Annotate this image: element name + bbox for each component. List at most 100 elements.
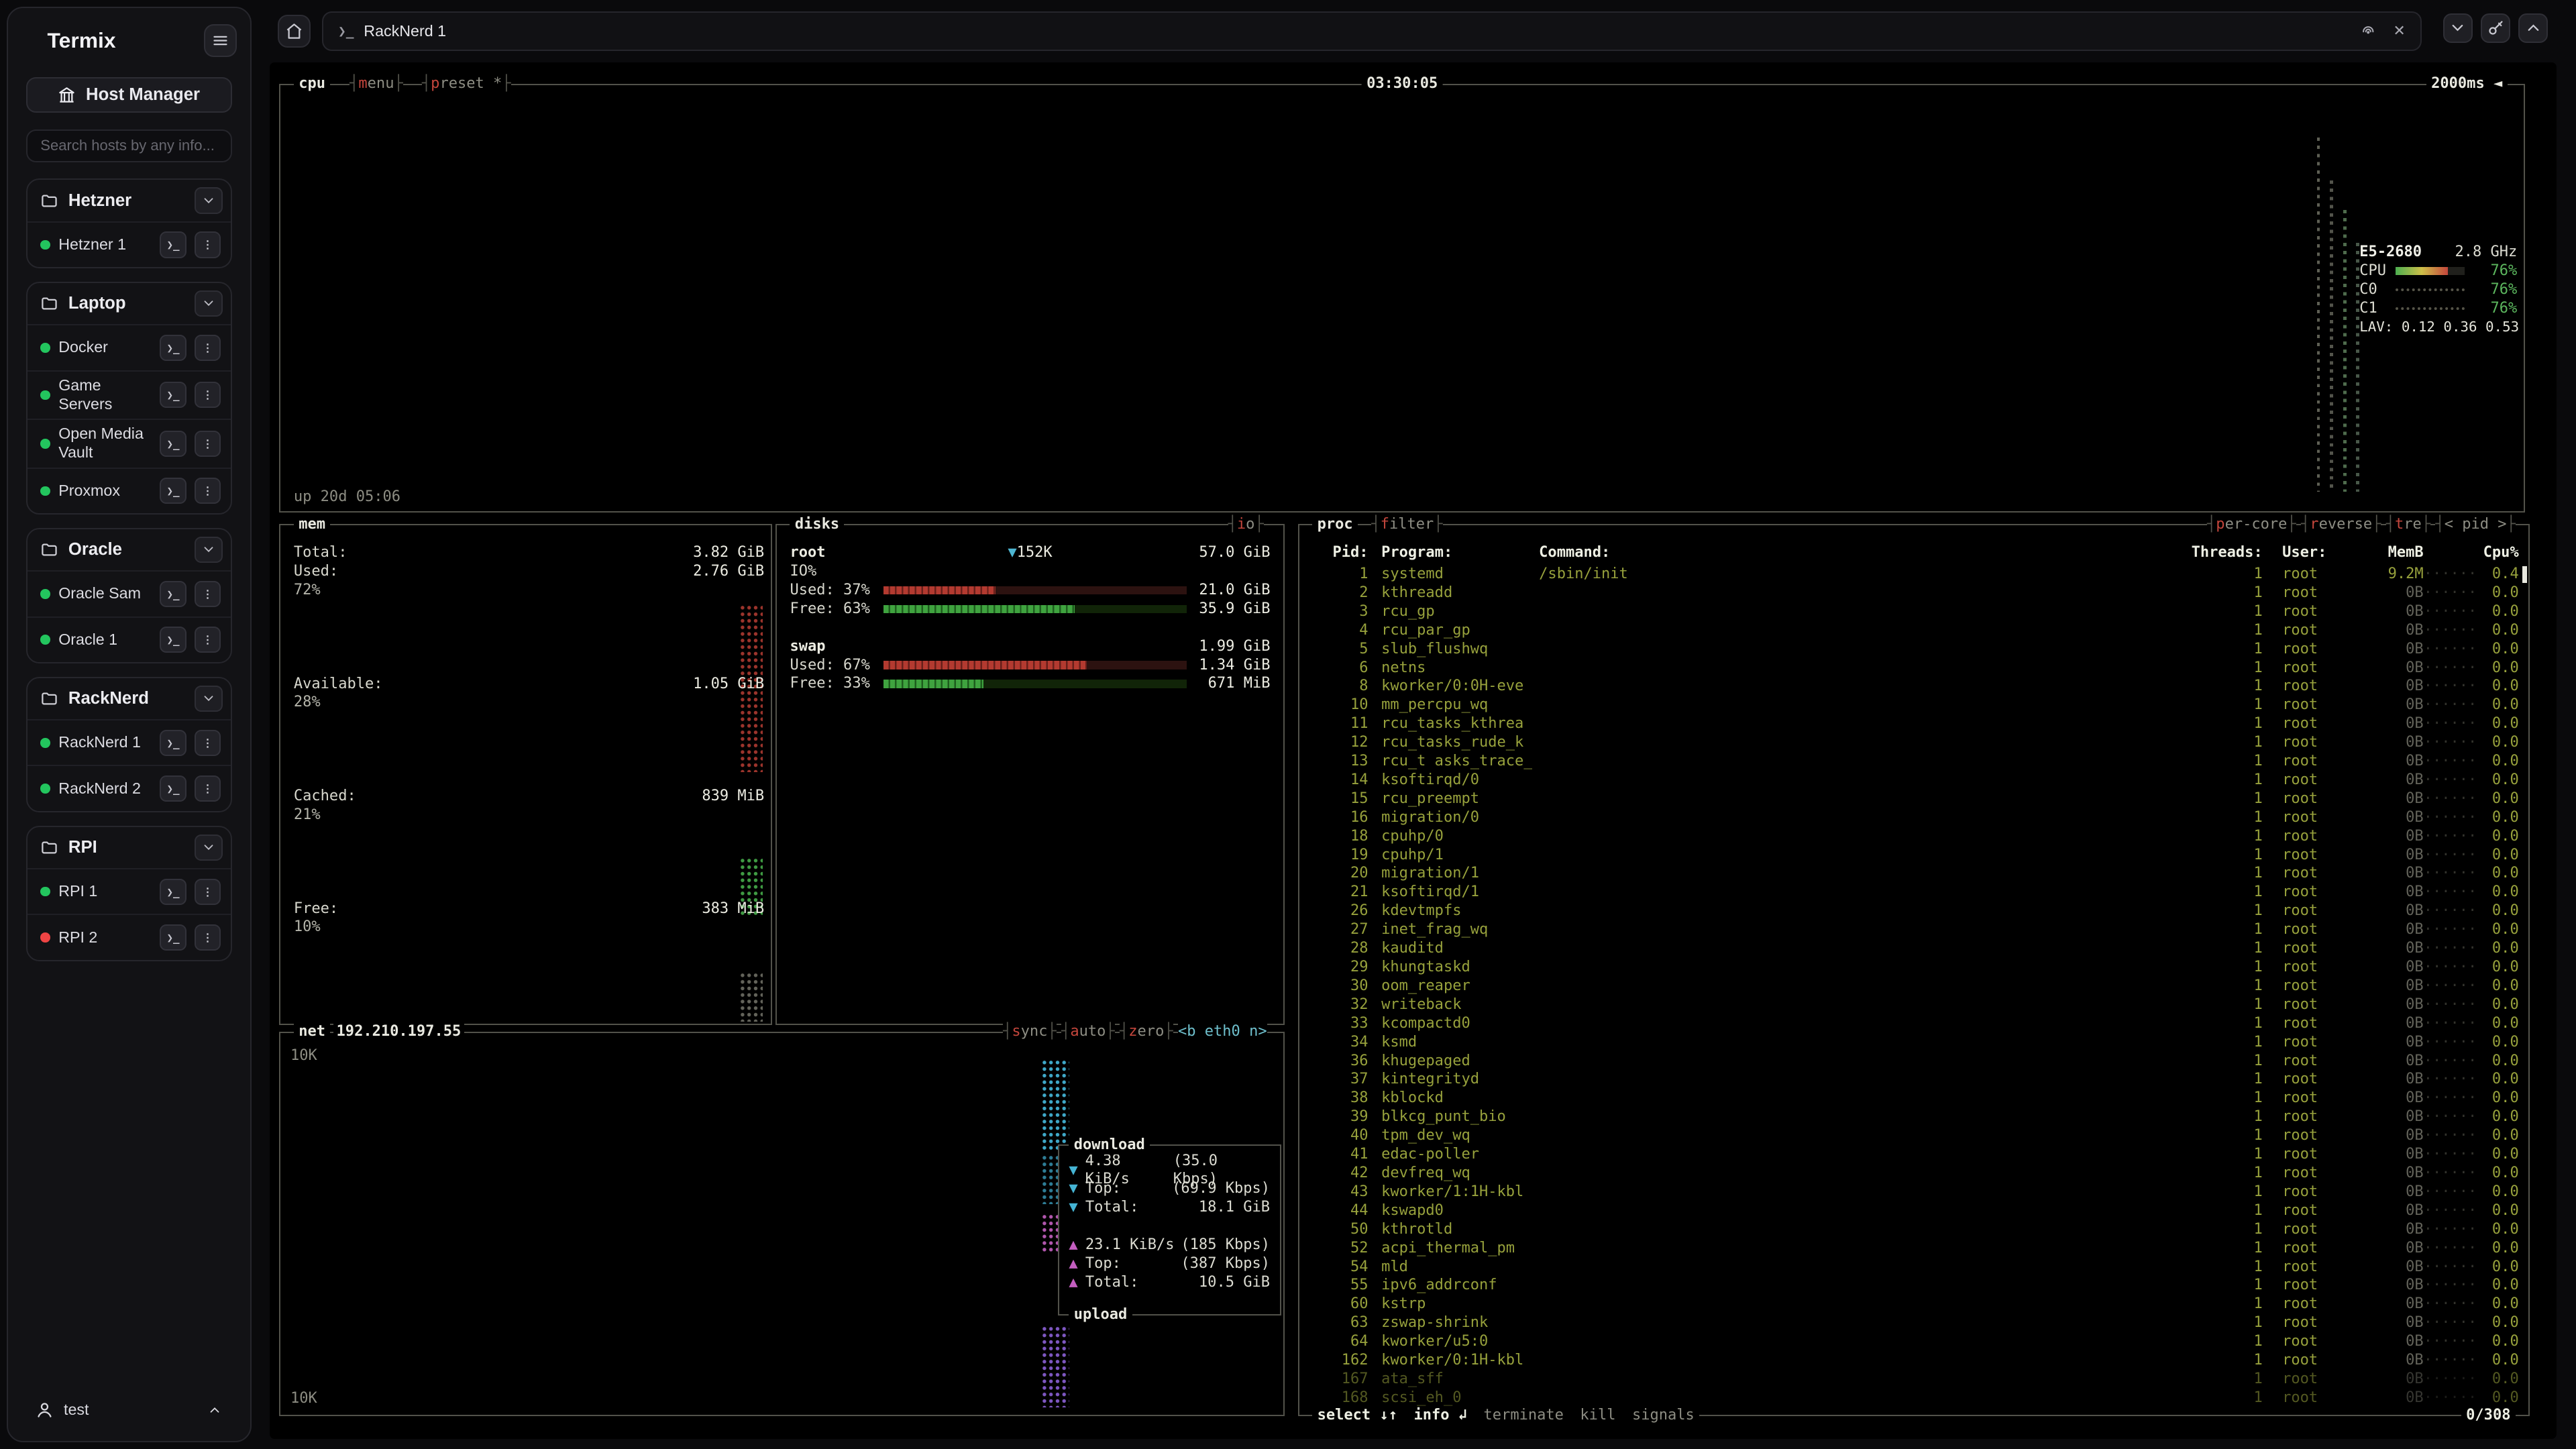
process-row[interactable]: 60kstrp1root0B··········0.0: [1309, 1295, 2518, 1313]
process-row[interactable]: 55ipv6_addrconf1root0B··········0.0: [1309, 1276, 2518, 1295]
group-header[interactable]: RackNerd: [28, 678, 231, 719]
open-terminal-button[interactable]: ❯_: [160, 231, 186, 258]
open-terminal-button[interactable]: ❯_: [160, 730, 186, 756]
process-row[interactable]: 18cpuhp/01root0B··········0.0: [1309, 827, 2518, 846]
open-terminal-button[interactable]: ❯_: [160, 581, 186, 607]
chevron-down-icon[interactable]: [195, 187, 223, 213]
process-row[interactable]: 8kworker/0:0H-eve1root0B··········0.0: [1309, 677, 2518, 696]
chevron-down-icon[interactable]: [195, 290, 223, 317]
process-row[interactable]: 29khungtaskd1root0B··········0.0: [1309, 958, 2518, 977]
proc-scrollbar[interactable]: [2522, 566, 2527, 582]
host-item[interactable]: RackNerd 1❯_⋮: [28, 719, 231, 765]
net-auto-option[interactable]: auto: [1061, 1023, 1115, 1041]
open-terminal-button[interactable]: ❯_: [160, 924, 186, 951]
host-menu-button[interactable]: ⋮: [195, 879, 221, 905]
host-menu-button[interactable]: ⋮: [195, 382, 221, 408]
process-row[interactable]: 19cpuhp/11root0B··········0.0: [1309, 846, 2518, 865]
host-manager-button[interactable]: Host Manager: [26, 77, 232, 113]
filter-option[interactable]: filter: [1371, 516, 1442, 534]
host-menu-button[interactable]: ⋮: [195, 581, 221, 607]
process-row[interactable]: 39blkcg_punt_bio1root0B··········0.0: [1309, 1108, 2518, 1126]
process-row[interactable]: 168scsi_eh_01root0B··········0.0: [1309, 1389, 2518, 1407]
open-terminal-button[interactable]: ❯_: [160, 431, 186, 457]
close-tab-icon[interactable]: ✕: [2393, 23, 2405, 38]
process-row[interactable]: 15rcu_preempt1root0B··········0.0: [1309, 790, 2518, 808]
process-row[interactable]: 1systemd/sbin/init1root9.2M··········0.4: [1309, 565, 2518, 584]
group-header[interactable]: Oracle: [28, 529, 231, 570]
process-row[interactable]: 37kintegrityd1root0B··········0.0: [1309, 1070, 2518, 1089]
open-terminal-button[interactable]: ❯_: [160, 775, 186, 802]
net-zero-option[interactable]: zero: [1120, 1023, 1173, 1041]
process-row[interactable]: 42devfreq_wq1root0B··········0.0: [1309, 1164, 2518, 1183]
process-row[interactable]: 50kthrotld1root0B··········0.0: [1309, 1220, 2518, 1239]
net-sync-option[interactable]: sync: [1003, 1023, 1057, 1041]
process-row[interactable]: 167ata_sff1root0B··········0.0: [1309, 1370, 2518, 1389]
process-row[interactable]: 26kdevtmpfs1root0B··········0.0: [1309, 902, 2518, 920]
process-row[interactable]: 34ksmd1root0B··········0.0: [1309, 1033, 2518, 1052]
proc-footer-action[interactable]: kill: [1580, 1407, 1615, 1425]
user-menu[interactable]: test: [26, 1392, 232, 1428]
process-row[interactable]: 41edac-poller1root0B··········0.0: [1309, 1145, 2518, 1164]
host-item[interactable]: Oracle 1❯_⋮: [28, 616, 231, 663]
process-row[interactable]: 3rcu_gp1root0B··········0.0: [1309, 602, 2518, 621]
process-row[interactable]: 28kauditd1root0B··········0.0: [1309, 939, 2518, 958]
host-menu-button[interactable]: ⋮: [195, 730, 221, 756]
process-row[interactable]: 52acpi_thermal_pm1root0B··········0.0: [1309, 1239, 2518, 1258]
per-core-option[interactable]: per-core: [2207, 516, 2296, 534]
group-header[interactable]: Laptop: [28, 283, 231, 324]
host-menu-button[interactable]: ⋮: [195, 775, 221, 802]
terminal-view[interactable]: cpu menu preset * 03:30:05 2000ms ◄ E5-2…: [270, 62, 2557, 1439]
process-row[interactable]: 12rcu_tasks_rude_k1root0B··········0.0: [1309, 733, 2518, 752]
host-item[interactable]: Proxmox❯_⋮: [28, 468, 231, 514]
group-header[interactable]: Hetzner: [28, 180, 231, 221]
search-input[interactable]: [26, 129, 232, 162]
host-item[interactable]: Docker❯_⋮: [28, 324, 231, 370]
process-row[interactable]: 63zswap-shrink1root0B··········0.0: [1309, 1313, 2518, 1332]
process-row[interactable]: 33kcompactd01root0B··········0.0: [1309, 1014, 2518, 1033]
refresh-rate[interactable]: 2000ms ◄: [2426, 75, 2508, 93]
process-row[interactable]: 10mm_percpu_wq1root0B··········0.0: [1309, 696, 2518, 714]
host-item[interactable]: RackNerd 2❯_⋮: [28, 765, 231, 811]
process-row[interactable]: 2kthreadd1root0B··········0.0: [1309, 584, 2518, 602]
chevron-down-icon[interactable]: [195, 835, 223, 861]
home-button[interactable]: [278, 15, 311, 48]
preset-option[interactable]: preset *: [422, 75, 511, 93]
host-item[interactable]: RPI 2❯_⋮: [28, 914, 231, 960]
proc-footer-action[interactable]: select ↓↑: [1318, 1407, 1397, 1425]
scroll-down-button[interactable]: [2443, 13, 2473, 43]
proc-footer-action[interactable]: info ↲: [1413, 1407, 1467, 1425]
process-row[interactable]: 30oom_reaper1root0B··········0.0: [1309, 977, 2518, 996]
process-row[interactable]: 27inet_frag_wq1root0B··········0.0: [1309, 920, 2518, 939]
host-menu-button[interactable]: ⋮: [195, 478, 221, 504]
menu-option[interactable]: menu: [350, 75, 403, 93]
signal-icon[interactable]: [2360, 23, 2376, 39]
host-menu-button[interactable]: ⋮: [195, 924, 221, 951]
scroll-up-button[interactable]: [2518, 13, 2548, 43]
proc-footer-action[interactable]: signals: [1632, 1407, 1695, 1425]
process-row[interactable]: 6netns1root0B··········0.0: [1309, 659, 2518, 678]
process-row[interactable]: 20migration/11root0B··········0.0: [1309, 864, 2518, 883]
open-terminal-button[interactable]: ❯_: [160, 478, 186, 504]
process-row[interactable]: 38kblockd1root0B··········0.0: [1309, 1089, 2518, 1108]
open-terminal-button[interactable]: ❯_: [160, 335, 186, 361]
process-row[interactable]: 54mld1root0B··········0.0: [1309, 1258, 2518, 1277]
host-item[interactable]: RPI 1❯_⋮: [28, 868, 231, 914]
host-menu-button[interactable]: ⋮: [195, 431, 221, 457]
ssh-keys-button[interactable]: [2481, 13, 2510, 43]
process-row[interactable]: 5slub_flushwq1root0B··········0.0: [1309, 640, 2518, 659]
host-item[interactable]: Hetzner 1❯_⋮: [28, 221, 231, 268]
process-row[interactable]: 162kworker/0:1H-kbl1root0B··········0.0: [1309, 1351, 2518, 1370]
process-row[interactable]: 16migration/01root0B··········0.0: [1309, 808, 2518, 827]
process-row[interactable]: 43kworker/1:1H-kbl1root0B··········0.0: [1309, 1183, 2518, 1201]
net-interface-switcher[interactable]: <b eth0 n>: [1178, 1023, 1267, 1041]
proc-footer-action[interactable]: terminate: [1484, 1407, 1564, 1425]
host-item[interactable]: Oracle Sam❯_⋮: [28, 570, 231, 616]
process-row[interactable]: 64kworker/u5:01root0B··········0.0: [1309, 1332, 2518, 1351]
process-row[interactable]: 44kswapd01root0B··········0.0: [1309, 1201, 2518, 1220]
open-terminal-button[interactable]: ❯_: [160, 627, 186, 653]
sort-column-selector[interactable]: < pid >: [2435, 516, 2515, 534]
io-mode-option[interactable]: io: [1228, 516, 1264, 534]
process-row[interactable]: 36khugepaged1root0B··········0.0: [1309, 1052, 2518, 1071]
process-row[interactable]: 11rcu_tasks_kthrea1root0B··········0.0: [1309, 714, 2518, 733]
host-item[interactable]: Game Servers❯_⋮: [28, 370, 231, 419]
